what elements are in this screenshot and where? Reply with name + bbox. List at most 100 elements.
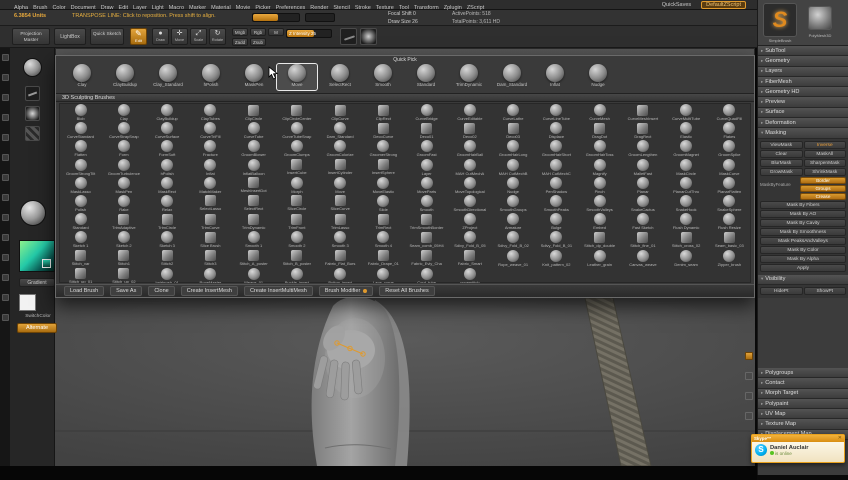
shelf-slider[interactable] <box>305 13 335 22</box>
groups-button[interactable]: Groups <box>800 184 846 192</box>
brush-item-armature[interactable]: Armature <box>492 212 535 230</box>
brush-item-fabric-drape-01[interactable]: Fabric_Drape_01 <box>362 249 405 267</box>
brush-item-stitch-fine-01[interactable]: Stitch_fine_01 <box>621 230 664 248</box>
brush-item-mah-cutmechc[interactable]: MAH CutMechC <box>535 158 578 176</box>
brush-item-clay[interactable]: Clay <box>102 103 145 121</box>
color-picker[interactable] <box>19 240 55 272</box>
mask-by-fibers-button[interactable]: Mask By Fibers <box>760 200 846 209</box>
mask-by-ao-button[interactable]: Mask By AO <box>760 209 846 218</box>
footer-load-brush-button[interactable]: Load Brush <box>64 286 105 296</box>
tray-slot-icon[interactable] <box>1 114 9 121</box>
tray-slot-icon[interactable] <box>1 254 9 261</box>
brush-item-flatten[interactable]: Flatten <box>59 139 102 157</box>
tray-toggle-icon[interactable] <box>745 372 753 380</box>
section-header-surface[interactable]: ▸ Surface <box>758 107 848 119</box>
brush-item-relax[interactable]: Relax <box>146 194 189 212</box>
quickpick-brush-smooth[interactable]: Smooth <box>363 64 403 90</box>
brush-item-curvebridge[interactable]: CurveBridge <box>405 103 448 121</box>
brush-item-clipcirclecenter[interactable]: ClipCircleCenter <box>275 103 318 121</box>
brush-item-curvemesh[interactable]: CurveMesh <box>578 103 621 121</box>
brush-item-flakes[interactable]: Flakes <box>708 121 751 139</box>
brush-item-smoothpeaks[interactable]: SmoothPeaks <box>535 194 578 212</box>
brush-item-layer[interactable]: Layer <box>405 158 448 176</box>
section-header-geometry-hd[interactable]: ▸ Geometry HD <box>758 87 848 98</box>
brush-item-groomfast[interactable]: GroomFast <box>405 139 448 157</box>
brush-item-curvestandard[interactable]: CurveStandard <box>59 121 102 139</box>
tray-slot-icon[interactable] <box>1 174 9 181</box>
brush-item-stitch3[interactable]: Stitch3 <box>189 249 232 267</box>
brush-item-insertcylinder[interactable]: InsertCylinder <box>319 158 362 176</box>
stroke-icon[interactable] <box>25 86 40 101</box>
growmask-button[interactable]: GrowMask <box>760 167 803 176</box>
brush-item-malletfast[interactable]: MalletFast <box>621 158 664 176</box>
brush-item-lace-curve[interactable]: Lace_curve <box>362 267 405 283</box>
brush-item-fabric-flat-burs[interactable]: Fabric_Flat_Burs <box>319 249 362 267</box>
brush-item-inflatballoon[interactable]: InflatBalloon <box>232 158 275 176</box>
brush-item-trimcurve[interactable]: TrimCurve <box>189 212 232 230</box>
section-header-polypaint[interactable]: ▸ Polypaint <box>758 398 848 410</box>
zadd-button[interactable]: Zadd <box>232 38 248 46</box>
brush-item-denim-seam[interactable]: Denim_seam <box>665 249 708 267</box>
footer-save-as-button[interactable]: Save As <box>110 286 143 296</box>
brush-item-groomlengthen[interactable]: GroomLengthen <box>621 139 664 157</box>
brush-item-polish[interactable]: Polish <box>59 194 102 212</box>
brush-item-knit-pattern-02[interactable]: Knit_pattern_02 <box>535 249 578 267</box>
color-picker-inner-swatch[interactable] <box>42 259 51 268</box>
brush-item-zipper-brush[interactable]: Zipper_brush <box>708 249 751 267</box>
brush-item-curvesurface[interactable]: CurveSurface <box>146 121 189 139</box>
brush-item-sdivy-fold-b-01[interactable]: Sdivy_Fold_B_01 <box>535 230 578 248</box>
section-header-preview[interactable]: ▸ Preview <box>758 97 848 108</box>
m-button[interactable]: M <box>268 28 284 36</box>
zsub-button[interactable]: Zsub <box>250 38 266 46</box>
brush-item-stitch-a-poster[interactable]: Stitch_A_poster <box>232 249 275 267</box>
brush-item-buckle-insert[interactable]: Buckle_insert <box>275 267 318 283</box>
footer-clone-button[interactable]: Clone <box>148 286 175 296</box>
mask-peaksandvalleys-button[interactable]: Mask PeaksAndValleys <box>760 236 846 245</box>
brush-item-maskrect[interactable]: MaskRect <box>146 176 189 194</box>
brush-item-dragrect[interactable]: DragRect <box>621 121 664 139</box>
tray-toggle-icon[interactable] <box>745 412 753 420</box>
secondary-color-swatch[interactable] <box>19 294 36 311</box>
brush-item-insertcube[interactable]: InsertCube <box>275 158 318 176</box>
brush-item-trimcircle[interactable]: TrimCircle <box>146 212 189 230</box>
brush-item-hairbrush-01[interactable]: hairbrush_01 <box>146 267 189 283</box>
brush-item-groomhairball[interactable]: GroomHairBall <box>448 139 491 157</box>
brush-item-stitch-up-01[interactable]: Stitch_up_01 <box>59 267 102 283</box>
menu-defaultzscript[interactable]: DefaultZScript <box>701 1 746 9</box>
brush-item-curvestrapsnap[interactable]: CurveStrapSnap <box>102 121 145 139</box>
footer-reset-all-brushes-button[interactable]: Reset All Brushes <box>379 286 435 296</box>
tray-slot-icon[interactable] <box>1 194 9 201</box>
brush-item-rope-weave-01[interactable]: Rope_weave_01 <box>492 249 535 267</box>
move-mode-button[interactable]: ✛ Move <box>171 28 188 45</box>
brush-item-sketch-3[interactable]: Sketch 3 <box>146 230 189 248</box>
tray-slot-icon[interactable] <box>1 74 9 81</box>
draw-mode-button[interactable]: ● Draw <box>152 28 169 45</box>
viewmask-button[interactable]: ViewMask <box>760 140 803 149</box>
rotate-mode-button[interactable]: ↻ Rotate <box>209 28 226 45</box>
stroke-thumbnail[interactable] <box>340 28 357 45</box>
brush-item-smoothvalleys[interactable]: SmoothValleys <box>578 194 621 212</box>
projection-master-button[interactable]: Projection Master <box>12 28 50 45</box>
brush-item-moveparts[interactable]: MoveParts <box>405 176 448 194</box>
brush-item-seam-basic-03[interactable]: Seam_basic_03 <box>708 230 751 248</box>
crease-button[interactable]: Crease <box>800 192 846 200</box>
brush-item-form[interactable]: Form <box>102 139 145 157</box>
brush-item-groomblower[interactable]: GroomBlower <box>232 139 275 157</box>
tray-slot-icon[interactable] <box>1 134 9 141</box>
section-header-polygroups[interactable]: ▸ Polygroups <box>758 367 848 379</box>
brush-item-curvelinetube[interactable]: CurveLineTube <box>535 103 578 121</box>
brush-item-deco02[interactable]: Deco02 <box>448 121 491 139</box>
brush-item-curvetrifill[interactable]: CurveTriFill <box>189 121 232 139</box>
brush-item-snakecactus[interactable]: SnakeCactus <box>621 194 664 212</box>
brush-item-moveelastic[interactable]: MoveElastic <box>362 176 405 194</box>
quickpick-brush-selectrect[interactable]: SelectRect <box>320 64 360 90</box>
blurmask-button[interactable]: BlurMask <box>760 158 803 167</box>
brush-item-flush-dynamic[interactable]: Flush Dynamic <box>665 212 708 230</box>
brush-item-curvemultitube[interactable]: CurveMultiTube <box>665 103 708 121</box>
brush-item-matchmaker[interactable]: MatchMaker <box>189 176 232 194</box>
z-intensity-slider[interactable]: Z Intensity 25 <box>286 29 332 38</box>
footer-create-insertmesh-button[interactable]: Create InsertMesh <box>180 286 238 296</box>
brush-item-slice-brush[interactable]: Slice Brush <box>189 230 232 248</box>
brush-item-rake[interactable]: Rake <box>102 194 145 212</box>
shrinkmask-button[interactable]: ShrinkMask <box>803 167 846 176</box>
